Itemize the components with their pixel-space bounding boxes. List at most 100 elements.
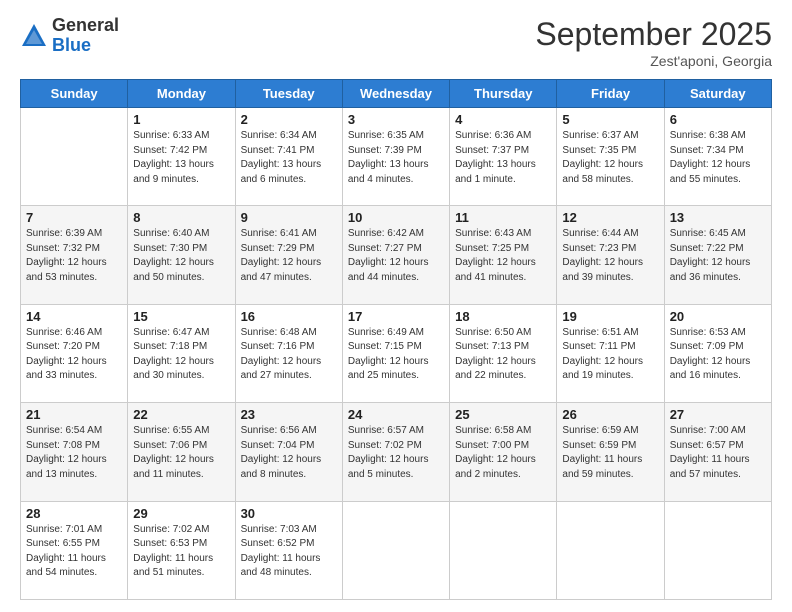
cell-content: Sunrise: 6:49 AM Sunset: 7:15 PM Dayligh… [348, 326, 444, 384]
cell-content: Sunrise: 6:45 AM Sunset: 7:22 PM Dayligh… [670, 227, 766, 285]
day-number: 30 [241, 506, 337, 521]
cell-content: Sunrise: 6:59 AM Sunset: 6:59 PM Dayligh… [562, 424, 658, 482]
week-row-1: 1Sunrise: 6:33 AM Sunset: 7:42 PM Daylig… [21, 108, 772, 206]
month-title: September 2025 [535, 16, 772, 53]
calendar-cell: 22 Sunrise: 6:55 AM Sunset: 7:06 PM Dayli… [128, 403, 235, 501]
logo: General Blue [20, 16, 119, 56]
cell-content: Sunrise: 6:48 AM Sunset: 7:16 PM Dayligh… [241, 326, 337, 384]
day-number: 22 [133, 407, 229, 422]
cell-content: Sunrise: 6:54 AM Sunset: 7:08 PM Dayligh… [26, 424, 122, 482]
cell-content: Sunrise: 7:00 AM Sunset: 6:57 PM Dayligh… [670, 424, 766, 482]
day-number: 26 [562, 407, 658, 422]
calendar-cell: 24Sunrise: 6:57 AM Sunset: 7:02 PM Dayli… [342, 403, 449, 501]
calendar-cell: 28Sunrise: 7:01 AM Sunset: 6:55 PM Dayli… [21, 501, 128, 599]
day-number: 27 [670, 407, 766, 422]
weekday-header-tuesday: Tuesday [235, 80, 342, 108]
calendar-cell: 14 Sunrise: 6:46 AM Sunset: 7:20 PM Dayli… [21, 304, 128, 402]
weekday-header-wednesday: Wednesday [342, 80, 449, 108]
weekday-header-sunday: Sunday [21, 80, 128, 108]
logo-general-text: General [52, 15, 119, 35]
day-number: 29 [133, 506, 229, 521]
weekday-header-thursday: Thursday [450, 80, 557, 108]
day-number: 2 [241, 112, 337, 127]
weekday-header-saturday: Saturday [664, 80, 771, 108]
calendar-cell: 5 Sunrise: 6:37 AM Sunset: 7:35 PM Daylig… [557, 108, 664, 206]
calendar-cell [450, 501, 557, 599]
calendar-cell: 9Sunrise: 6:41 AM Sunset: 7:29 PM Daylig… [235, 206, 342, 304]
day-number: 5 [562, 112, 658, 127]
day-number: 23 [241, 407, 337, 422]
day-number: 7 [26, 210, 122, 225]
cell-content: Sunrise: 6:44 AM Sunset: 7:23 PM Dayligh… [562, 227, 658, 285]
title-block: September 2025 Zest'aponi, Georgia [535, 16, 772, 69]
calendar-cell: 11 Sunrise: 6:43 AM Sunset: 7:25 PM Dayli… [450, 206, 557, 304]
cell-content: Sunrise: 6:50 AM Sunset: 7:13 PM Dayligh… [455, 326, 551, 384]
day-number: 13 [670, 210, 766, 225]
calendar-cell: 4 Sunrise: 6:36 AM Sunset: 7:37 PM Daylig… [450, 108, 557, 206]
cell-content: Sunrise: 6:46 AM Sunset: 7:20 PM Dayligh… [26, 326, 122, 384]
day-number: 25 [455, 407, 551, 422]
calendar-table: SundayMondayTuesdayWednesdayThursdayFrid… [20, 79, 772, 600]
weekday-header-friday: Friday [557, 80, 664, 108]
cell-content: Sunrise: 6:36 AM Sunset: 7:37 PM Dayligh… [455, 129, 551, 187]
day-number: 12 [562, 210, 658, 225]
page: General Blue September 2025 Zest'aponi, … [0, 0, 792, 612]
cell-content: Sunrise: 6:43 AM Sunset: 7:25 PM Dayligh… [455, 227, 551, 285]
cell-content: Sunrise: 6:56 AM Sunset: 7:04 PM Dayligh… [241, 424, 337, 482]
day-number: 28 [26, 506, 122, 521]
day-number: 18 [455, 309, 551, 324]
weekday-header-row: SundayMondayTuesdayWednesdayThursdayFrid… [21, 80, 772, 108]
location: Zest'aponi, Georgia [535, 53, 772, 69]
logo-blue-text: Blue [52, 35, 91, 55]
cell-content: Sunrise: 7:02 AM Sunset: 6:53 PM Dayligh… [133, 523, 229, 581]
day-number: 1 [133, 112, 229, 127]
calendar-cell [664, 501, 771, 599]
day-number: 17 [348, 309, 444, 324]
week-row-3: 14 Sunrise: 6:46 AM Sunset: 7:20 PM Dayli… [21, 304, 772, 402]
day-number: 11 [455, 210, 551, 225]
cell-content: Sunrise: 6:37 AM Sunset: 7:35 PM Dayligh… [562, 129, 658, 187]
calendar-cell: 20Sunrise: 6:53 AM Sunset: 7:09 PM Dayli… [664, 304, 771, 402]
day-number: 14 [26, 309, 122, 324]
cell-content: Sunrise: 6:58 AM Sunset: 7:00 PM Dayligh… [455, 424, 551, 482]
day-number: 4 [455, 112, 551, 127]
cell-content: Sunrise: 6:38 AM Sunset: 7:34 PM Dayligh… [670, 129, 766, 187]
calendar-cell: 16 Sunrise: 6:48 AM Sunset: 7:16 PM Dayli… [235, 304, 342, 402]
day-number: 21 [26, 407, 122, 422]
calendar-cell: 17 Sunrise: 6:49 AM Sunset: 7:15 PM Dayli… [342, 304, 449, 402]
header: General Blue September 2025 Zest'aponi, … [20, 16, 772, 69]
day-number: 3 [348, 112, 444, 127]
calendar-cell: 6 Sunrise: 6:38 AM Sunset: 7:34 PM Daylig… [664, 108, 771, 206]
cell-content: Sunrise: 6:51 AM Sunset: 7:11 PM Dayligh… [562, 326, 658, 384]
cell-content: Sunrise: 6:55 AM Sunset: 7:06 PM Dayligh… [133, 424, 229, 482]
cell-content: Sunrise: 6:34 AM Sunset: 7:41 PM Dayligh… [241, 129, 337, 187]
weekday-header-monday: Monday [128, 80, 235, 108]
calendar-cell: 18 Sunrise: 6:50 AM Sunset: 7:13 PM Dayli… [450, 304, 557, 402]
cell-content: Sunrise: 7:03 AM Sunset: 6:52 PM Dayligh… [241, 523, 337, 581]
day-number: 16 [241, 309, 337, 324]
cell-content: Sunrise: 6:35 AM Sunset: 7:39 PM Dayligh… [348, 129, 444, 187]
calendar-cell: 27 Sunrise: 7:00 AM Sunset: 6:57 PM Dayli… [664, 403, 771, 501]
cell-content: Sunrise: 6:39 AM Sunset: 7:32 PM Dayligh… [26, 227, 122, 285]
calendar-cell: 8 Sunrise: 6:40 AM Sunset: 7:30 PM Daylig… [128, 206, 235, 304]
day-number: 6 [670, 112, 766, 127]
day-number: 10 [348, 210, 444, 225]
day-number: 15 [133, 309, 229, 324]
calendar-cell [21, 108, 128, 206]
cell-content: Sunrise: 6:47 AM Sunset: 7:18 PM Dayligh… [133, 326, 229, 384]
calendar-cell: 7 Sunrise: 6:39 AM Sunset: 7:32 PM Daylig… [21, 206, 128, 304]
week-row-2: 7 Sunrise: 6:39 AM Sunset: 7:32 PM Daylig… [21, 206, 772, 304]
calendar-cell: 29 Sunrise: 7:02 AM Sunset: 6:53 PM Dayli… [128, 501, 235, 599]
logo-text: General Blue [52, 16, 119, 56]
calendar-cell: 12 Sunrise: 6:44 AM Sunset: 7:23 PM Dayli… [557, 206, 664, 304]
calendar-cell: 19Sunrise: 6:51 AM Sunset: 7:11 PM Dayli… [557, 304, 664, 402]
cell-content: Sunrise: 6:40 AM Sunset: 7:30 PM Dayligh… [133, 227, 229, 285]
week-row-5: 28Sunrise: 7:01 AM Sunset: 6:55 PM Dayli… [21, 501, 772, 599]
calendar-cell: 23 Sunrise: 6:56 AM Sunset: 7:04 PM Dayli… [235, 403, 342, 501]
day-number: 8 [133, 210, 229, 225]
calendar-cell [342, 501, 449, 599]
day-number: 9 [241, 210, 337, 225]
day-number: 24 [348, 407, 444, 422]
calendar-cell: 10Sunrise: 6:42 AM Sunset: 7:27 PM Dayli… [342, 206, 449, 304]
week-row-4: 21 Sunrise: 6:54 AM Sunset: 7:08 PM Dayli… [21, 403, 772, 501]
